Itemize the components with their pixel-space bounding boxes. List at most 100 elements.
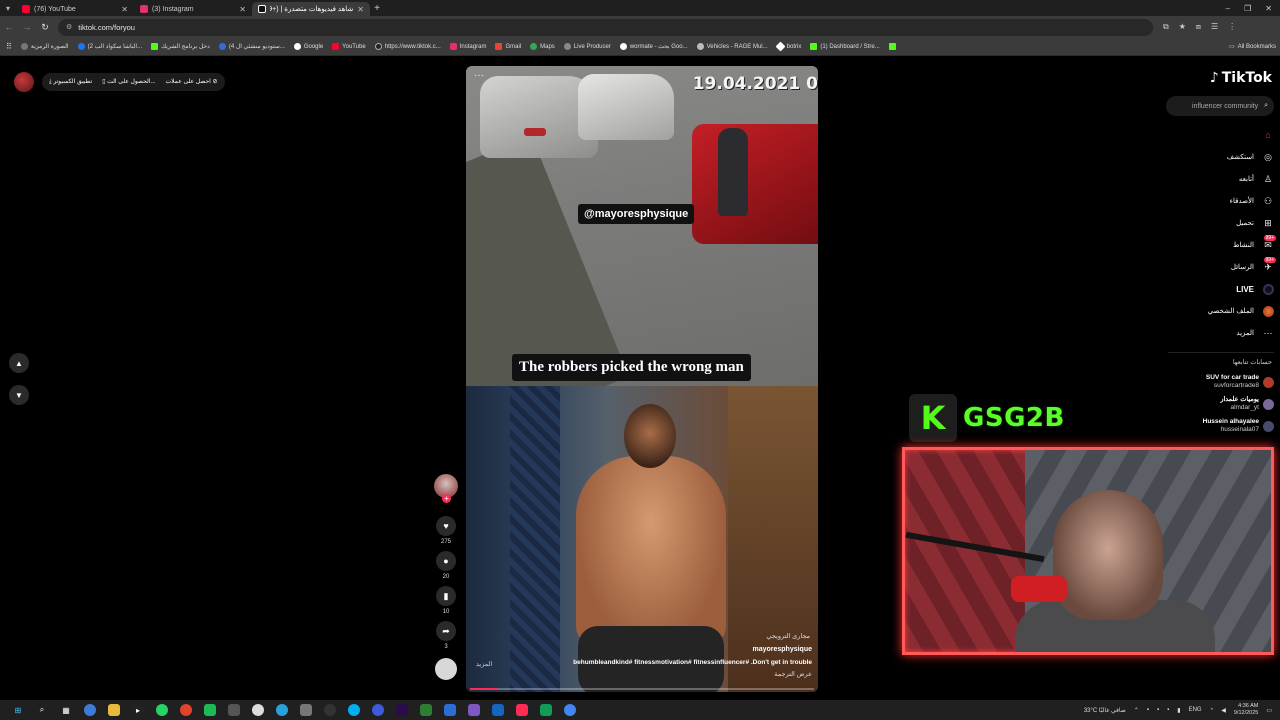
windows-start-icon[interactable]: ⊞	[12, 704, 24, 716]
bookmark-item[interactable]: الصورة الرمزية	[20, 43, 69, 50]
bookmark-item[interactable]: Instagram	[449, 43, 486, 50]
nav-profile[interactable]: الملف الشخصي	[1164, 300, 1274, 322]
app-icon[interactable]	[444, 704, 456, 716]
tiktok-logo[interactable]: ♪ TikTok	[1210, 70, 1272, 86]
menu-icon[interactable]: ⋮	[1228, 22, 1236, 32]
music-disc-icon[interactable]	[435, 658, 457, 680]
media-player-icon[interactable]: ▸	[132, 704, 144, 716]
close-icon[interactable]: ✕	[121, 5, 128, 14]
app-icon[interactable]	[420, 704, 432, 716]
desktop-app-link[interactable]: ⤓ تطبيق الكمبيوتر	[49, 78, 92, 86]
telegram-icon[interactable]	[276, 704, 288, 716]
bookmark-item[interactable]: wormate - بحث Goo...	[619, 43, 688, 50]
app-icon[interactable]	[228, 704, 240, 716]
close-window-icon[interactable]: ✕	[1265, 4, 1272, 13]
video-player[interactable]: ··· 19.04.2021 0 @mayoresphysique The ro…	[466, 66, 818, 692]
url-input[interactable]: ⚙ tiktok.com/foryou	[58, 18, 1153, 36]
tab-tiktok[interactable]: شاهد فيديوهات متصدرة | TikTok (99+) ✕	[252, 2, 370, 16]
bookmark-item[interactable]: (1) Dashboard / Stre...	[810, 43, 880, 50]
app-icon[interactable]	[492, 704, 504, 716]
bookmark-item[interactable]: دخل برنامج الشريك	[151, 43, 210, 50]
app-icon[interactable]	[540, 704, 552, 716]
bookmark-item[interactable]: (4 ستوديو منشئي ال...	[218, 43, 285, 50]
nav-live[interactable]: LIVE	[1164, 278, 1274, 300]
following-account[interactable]: SUV for car trade suvforcartrade8	[1174, 374, 1274, 390]
app-icon[interactable]	[372, 704, 384, 716]
nav-following[interactable]: أتابعه ♙	[1164, 168, 1274, 190]
nav-activity[interactable]: النشاط ✉ 99+	[1164, 234, 1276, 256]
site-info-icon[interactable]: ⚙	[66, 23, 72, 31]
skype-icon[interactable]	[348, 704, 360, 716]
tab-youtube[interactable]: (76) YouTube ✕	[16, 2, 134, 16]
all-bookmarks-button[interactable]: ▭ All Bookmarks	[1229, 43, 1276, 51]
nav-explore[interactable]: استكشف ◎	[1164, 146, 1274, 168]
install-app-icon[interactable]: ⧉	[1163, 22, 1169, 32]
whatsapp-icon[interactable]	[156, 704, 168, 716]
more-options-icon[interactable]: ···	[474, 70, 484, 81]
nav-friends[interactable]: الأصدقاء ⚇	[1164, 190, 1274, 212]
bookmark-item[interactable]: Vehicles - RAGE Mul...	[696, 43, 768, 50]
bookmark-item[interactable]: https://www.tiktok.c...	[374, 43, 441, 50]
share-button[interactable]: ➦	[436, 621, 456, 641]
search-icon[interactable]: ⌕	[36, 704, 48, 716]
nav-messages[interactable]: الرسائل ✈ 99+	[1164, 256, 1276, 278]
volume-icon[interactable]: ◀	[1221, 707, 1226, 714]
new-tab-button[interactable]: +	[370, 3, 384, 14]
app-icon[interactable]	[252, 704, 264, 716]
clock[interactable]: 4:36 AM 9/12/2025	[1234, 703, 1258, 717]
chrome-icon[interactable]	[180, 704, 192, 716]
comment-button[interactable]: ●	[436, 551, 456, 571]
get-app-link[interactable]: ▯ الحصول على الت...	[102, 78, 155, 86]
file-explorer-icon[interactable]	[108, 704, 120, 716]
reload-icon[interactable]: ↻	[36, 22, 54, 33]
spotify-icon[interactable]	[204, 704, 216, 716]
nav-home[interactable]: ⌂	[1164, 124, 1274, 146]
bookmark-item[interactable]: Live Producer	[563, 43, 611, 50]
tab-instagram[interactable]: (3) Instagram ✕	[134, 2, 252, 16]
close-icon[interactable]: ✕	[357, 5, 364, 14]
minimize-icon[interactable]: –	[1226, 4, 1230, 13]
following-account[interactable]: يوميات علمدار almdar_yt	[1174, 396, 1274, 412]
premiere-icon[interactable]	[396, 704, 408, 716]
next-video-button[interactable]: ▼	[9, 385, 29, 405]
tab-search-button[interactable]: ▾	[0, 4, 16, 13]
bookmark-item[interactable]: Gmail	[495, 43, 521, 50]
follow-plus-icon[interactable]: +	[442, 494, 451, 503]
restore-icon[interactable]: ❐	[1244, 4, 1251, 13]
video-progress-bar[interactable]	[470, 688, 814, 690]
bookmark-item[interactable]	[888, 43, 896, 50]
bookmark-item[interactable]: botrix	[775, 41, 801, 52]
avatar[interactable]	[14, 72, 34, 92]
search-icon[interactable]: ⌕	[1264, 102, 1268, 110]
app-icon[interactable]	[468, 704, 480, 716]
search-input[interactable]: influencer community ⌕	[1166, 96, 1274, 116]
extensions-icon[interactable]: ⧈	[1196, 22, 1201, 32]
save-button[interactable]: ▮	[436, 586, 456, 606]
chrome-icon[interactable]	[564, 704, 576, 716]
following-account[interactable]: Hussein alhayalee husseinala07	[1174, 418, 1274, 434]
nav-upload[interactable]: تحميل ⊞	[1164, 212, 1274, 234]
tray-app-icon[interactable]: ▪	[1157, 707, 1159, 713]
apps-icon[interactable]: ⠿	[6, 42, 12, 51]
close-icon[interactable]: ✕	[239, 5, 246, 14]
bookmark-item[interactable]: Google	[293, 43, 323, 50]
notifications-icon[interactable]: ▭	[1266, 707, 1272, 714]
bookmark-star-icon[interactable]: ★	[1179, 22, 1186, 32]
network-icon[interactable]: ◔	[1210, 707, 1214, 713]
tray-chevron-icon[interactable]: ⌃	[1134, 707, 1139, 714]
weather-label[interactable]: 33°C صافي غالبًا	[1084, 707, 1126, 714]
translate-link[interactable]: عرض الترجمة	[774, 670, 812, 678]
forward-icon[interactable]: →	[18, 22, 36, 32]
nav-more[interactable]: المزيد ⋯	[1164, 322, 1274, 344]
bookmark-item[interactable]: YouTube	[332, 43, 366, 50]
author-name[interactable]: mayoresphysique	[752, 646, 812, 653]
bookmark-item[interactable]: Maps	[530, 43, 555, 50]
tray-app-icon[interactable]: ▪	[1147, 707, 1149, 713]
copilot-icon[interactable]	[84, 704, 96, 716]
back-icon[interactable]: ←	[0, 22, 18, 32]
sound-label[interactable]: مجارى الترويجي	[766, 632, 810, 640]
task-view-icon[interactable]: ▦	[60, 704, 72, 716]
get-coins-link[interactable]: احصل على عملات ⊘	[166, 78, 218, 86]
tray-app-icon[interactable]: ▪	[1167, 707, 1169, 713]
previous-video-button[interactable]: ▲	[9, 353, 29, 373]
